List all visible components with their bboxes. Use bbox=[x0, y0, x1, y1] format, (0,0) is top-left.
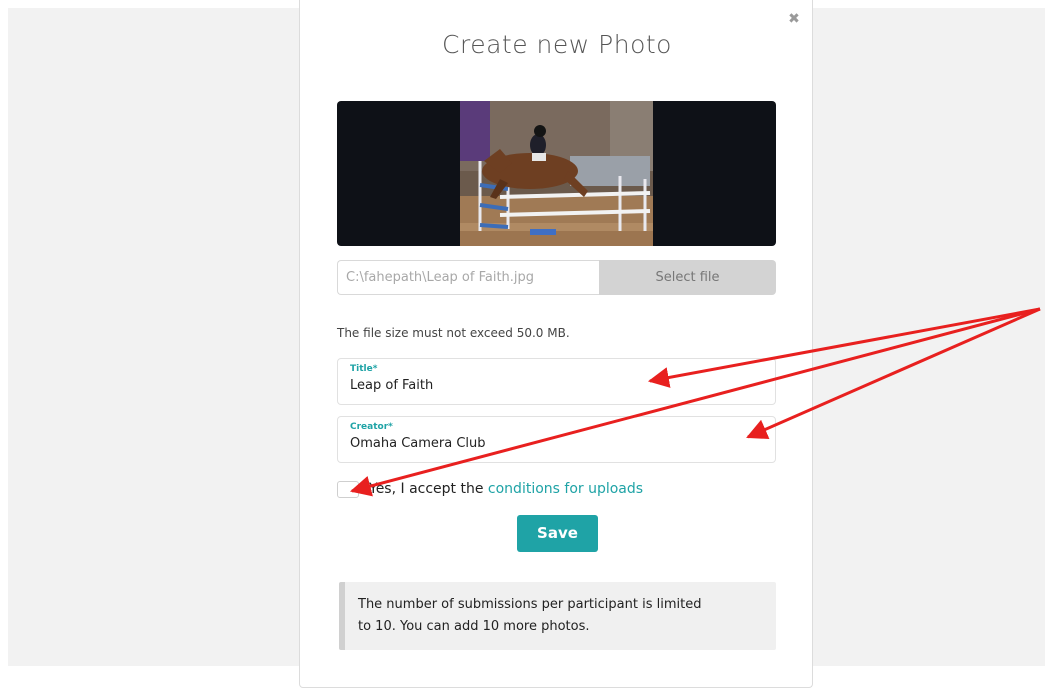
conditions-link[interactable]: conditions for uploads bbox=[488, 481, 643, 497]
terms-checkbox[interactable] bbox=[337, 481, 359, 498]
title-input[interactable]: Leap of Faith bbox=[350, 378, 433, 393]
title-field-label: Title* bbox=[350, 364, 378, 374]
terms-label: Yes, I accept the conditions for uploads bbox=[369, 481, 643, 497]
notice-line-1: The number of submissions per participan… bbox=[358, 597, 702, 612]
photo-thumbnail bbox=[460, 101, 653, 246]
page: ✖ Create new Photo C:\fahepath\Leap of F… bbox=[0, 0, 1045, 694]
select-file-button[interactable]: Select file bbox=[599, 260, 776, 295]
creator-field[interactable]: Creator* Omaha Camera Club bbox=[337, 416, 776, 463]
create-photo-dialog: ✖ Create new Photo C:\fahepath\Leap of F… bbox=[299, 0, 813, 688]
notice-line-2: to 10. You can add 10 more photos. bbox=[358, 619, 590, 634]
title-field[interactable]: Title* Leap of Faith bbox=[337, 358, 776, 405]
close-icon[interactable]: ✖ bbox=[786, 10, 802, 26]
save-button[interactable]: Save bbox=[517, 515, 598, 552]
creator-input[interactable]: Omaha Camera Club bbox=[350, 436, 486, 451]
dialog-title: Create new Photo bbox=[442, 30, 672, 59]
terms-consent-row: Yes, I accept the conditions for uploads bbox=[337, 480, 777, 500]
submission-limit-notice: The number of submissions per participan… bbox=[339, 582, 776, 650]
terms-text: Yes, I accept the bbox=[369, 481, 488, 497]
file-path-input[interactable]: C:\fahepath\Leap of Faith.jpg bbox=[337, 260, 599, 295]
photo-preview bbox=[337, 101, 776, 246]
file-size-hint: The file size must not exceed 50.0 MB. bbox=[337, 326, 570, 340]
creator-field-label: Creator* bbox=[350, 422, 393, 432]
file-picker: C:\fahepath\Leap of Faith.jpg Select fil… bbox=[337, 260, 776, 295]
